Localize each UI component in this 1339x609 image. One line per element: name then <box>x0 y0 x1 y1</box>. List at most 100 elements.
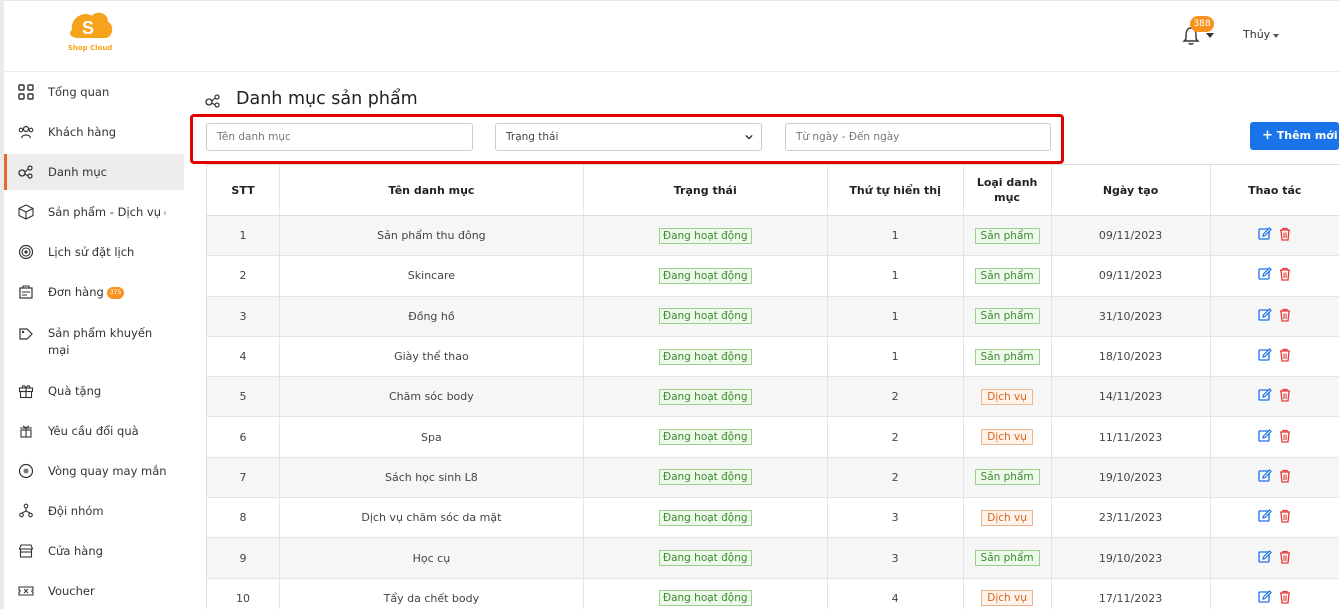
sidebar-item-doi-nhom[interactable]: Đội nhóm <box>4 499 184 523</box>
edit-icon[interactable] <box>1258 509 1272 523</box>
header-stt[interactable]: STT <box>206 164 280 216</box>
add-new-button[interactable]: + Thêm mới <box>1250 122 1339 150</box>
type-badge: Dịch vụ <box>981 509 1033 526</box>
sidebar-item-tong-quan[interactable]: Tổng quan <box>4 80 184 104</box>
sidebar-item-yeu-cau-doi-qua[interactable]: Yêu cầu đổi quà <box>4 419 184 443</box>
header-status[interactable]: Trạng thái <box>582 164 828 216</box>
sidebar-item-lich-su-dat-lich[interactable]: Lịch sử đặt lịch <box>4 240 184 264</box>
cell-actions <box>1209 416 1339 458</box>
notification-badge: 388 <box>1190 16 1214 32</box>
type-badge: Sản phẩm <box>974 469 1040 486</box>
delete-icon[interactable] <box>1278 348 1292 362</box>
header-category-type[interactable]: Loại danh mục <box>962 164 1052 216</box>
sidebar-item-vong-quay-may-man[interactable]: Vòng quay may mắn <box>4 459 184 483</box>
cell-stt: 4 <box>206 336 280 378</box>
delete-icon[interactable] <box>1278 308 1292 322</box>
delete-icon[interactable] <box>1278 590 1292 604</box>
edit-icon[interactable] <box>1258 469 1272 483</box>
delete-icon[interactable] <box>1278 550 1292 564</box>
header-display-order[interactable]: Thứ tự hiển thị <box>826 164 964 216</box>
delete-icon[interactable] <box>1278 227 1292 241</box>
type-badge: Sản phẩm <box>974 550 1040 567</box>
cell-order: 1 <box>826 296 964 337</box>
table-row: 2 Skincare Đang hoạt động 1 Sản phẩm 09/11/20… <box>206 255 1339 297</box>
cell-date: 18/10/2023 <box>1050 336 1211 378</box>
user-menu[interactable]: Thủy <box>1243 28 1270 41</box>
sidebar-item-label: Voucher <box>48 584 95 598</box>
top-bar <box>4 0 1339 72</box>
cell-name: Học cụ <box>278 537 584 579</box>
sidebar-item-label: Vòng quay may mắn <box>48 464 167 478</box>
category-name-input[interactable]: Tên danh mục <box>206 123 473 151</box>
date-range-input[interactable]: Từ ngày - Đến ngày <box>785 123 1051 151</box>
cell-actions <box>1209 215 1339 257</box>
caret-down-icon[interactable] <box>1206 33 1214 38</box>
svg-text:S: S <box>82 18 94 38</box>
sidebar-item-san-pham-dich-vu[interactable]: Sản phẩm - Dịch vụ ‹ <box>4 200 184 224</box>
sidebar-item-san-pham-khuyen-mai[interactable]: Sản phẩm khuyến mại <box>4 322 184 362</box>
table-row: 8 Dịch vụ chăm sóc da mặt Đang hoạt động 3 D… <box>206 497 1339 539</box>
sidebar-item-label: Danh mục <box>48 165 107 179</box>
sidebar-item-label: Đơn hàng 375 <box>48 284 168 301</box>
edit-icon[interactable] <box>1258 428 1272 443</box>
target-icon <box>18 244 34 260</box>
sidebar-item-khach-hang[interactable]: Khách hàng <box>4 120 184 144</box>
edit-icon[interactable] <box>1258 227 1272 241</box>
cell-name: Đồng hồ <box>278 296 584 337</box>
cell-order: 1 <box>826 255 964 297</box>
cell-stt: 1 <box>206 215 280 257</box>
header-name[interactable]: Tên danh mục <box>278 164 584 216</box>
type-badge: Dịch vụ <box>981 388 1033 405</box>
sidebar-item-cua-hang[interactable]: Cửa hàng <box>4 539 184 563</box>
status-badge: Đang hoạt động <box>658 348 752 365</box>
sidebar-item-label: Khách hàng <box>48 125 117 139</box>
row-actions <box>1258 509 1292 523</box>
cell-actions <box>1209 578 1339 609</box>
cell-type: Sản phẩm <box>962 255 1052 297</box>
edit-icon[interactable] <box>1258 307 1272 322</box>
cell-date: 19/10/2023 <box>1050 537 1211 579</box>
sidebar-item-label: Yêu cầu đổi quà <box>48 424 139 438</box>
store-icon <box>18 544 34 558</box>
row-actions <box>1258 348 1292 362</box>
header-created-date[interactable]: Ngày tạo <box>1050 164 1211 216</box>
cell-order: 2 <box>826 457 964 499</box>
table-row: 4 Giày thể thao Đang hoạt động 1 Sản phẩm 18/… <box>206 336 1339 378</box>
table-body: 1 Sản phẩm thu đông Đang hoạt động 1 Sản phẩ… <box>206 215 1339 609</box>
cell-date: 17/11/2023 <box>1050 578 1211 609</box>
delete-icon[interactable] <box>1278 267 1292 282</box>
status-badge: Đang hoạt động <box>658 509 752 526</box>
cell-type: Dịch vụ <box>962 497 1052 539</box>
cell-order: 2 <box>826 416 964 458</box>
delete-icon[interactable] <box>1278 388 1292 402</box>
cell-type: Sản phẩm <box>962 215 1052 257</box>
page-title: Danh mục sản phẩm <box>236 89 418 109</box>
cell-status: Đang hoạt động <box>582 497 828 539</box>
sidebar-item-danh-muc[interactable]: Danh mục <box>4 154 184 190</box>
type-badge: Sản phẩm <box>974 348 1040 365</box>
edit-icon[interactable] <box>1258 589 1272 604</box>
category-icon <box>18 165 33 179</box>
edit-icon[interactable] <box>1258 267 1272 281</box>
delete-icon[interactable] <box>1278 429 1292 443</box>
delete-icon[interactable] <box>1278 469 1292 483</box>
type-badge: Dịch vụ <box>981 429 1033 446</box>
delete-icon[interactable] <box>1278 509 1292 523</box>
sidebar-item-don-hang[interactable]: Đơn hàng 375 <box>4 280 184 304</box>
status-select[interactable]: Trạng thái <box>495 123 762 151</box>
cell-status: Đang hoạt động <box>582 457 828 499</box>
caret-down-icon[interactable] <box>1273 34 1279 38</box>
cell-stt: 6 <box>206 416 280 458</box>
sidebar-item-voucher[interactable]: Voucher <box>4 579 184 603</box>
edit-icon[interactable] <box>1258 388 1272 402</box>
cell-status: Đang hoạt động <box>582 416 828 458</box>
edit-icon[interactable] <box>1258 348 1272 362</box>
table-row: 5 Chăm sóc body Đang hoạt động 2 Dịch vụ 14/1… <box>206 376 1339 418</box>
cell-order: 4 <box>826 578 964 609</box>
type-badge: Sản phẩm <box>974 308 1040 325</box>
category-table: STT Tên danh mục Trạng thái Thứ tự hiển … <box>206 164 1339 609</box>
edit-icon[interactable] <box>1258 549 1272 564</box>
promo-icon <box>19 328 33 340</box>
sidebar-item-qua-tang[interactable]: Quà tặng <box>4 379 184 403</box>
cell-stt: 2 <box>206 255 280 297</box>
